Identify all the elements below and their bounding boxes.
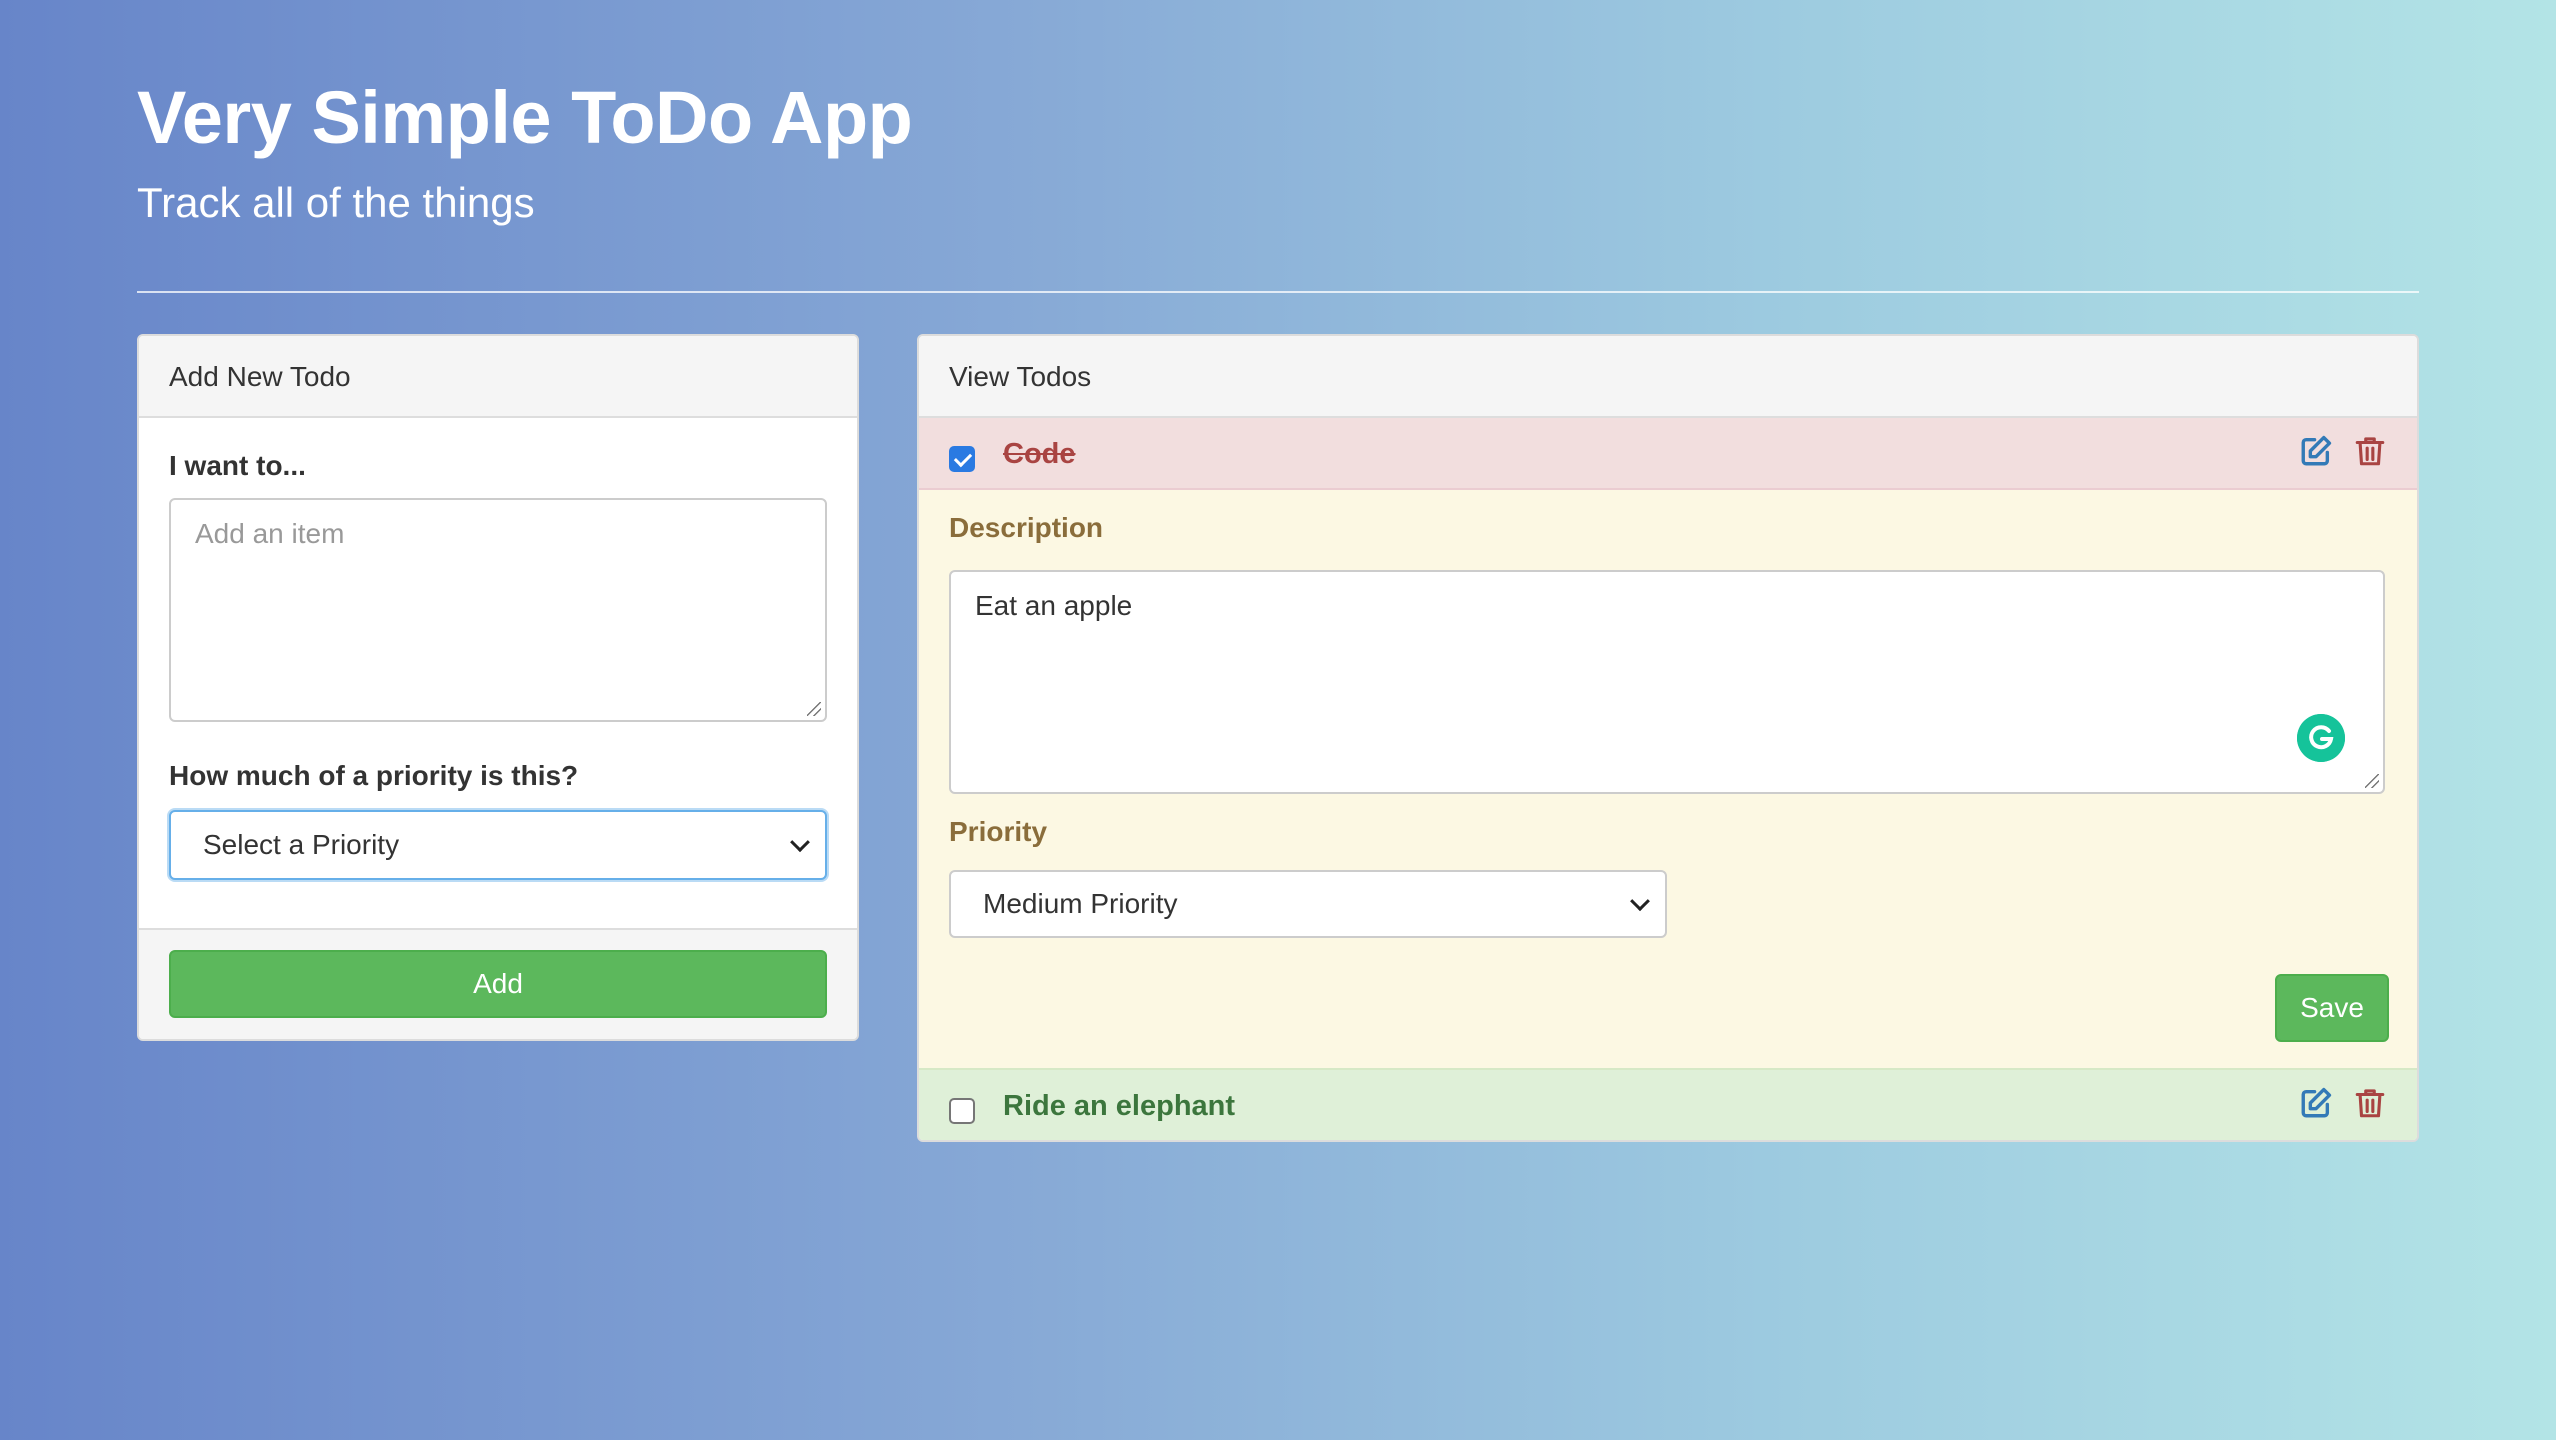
page: Very Simple ToDo App Track all of the th… — [137, 0, 2419, 1142]
app-title: Very Simple ToDo App — [137, 76, 913, 159]
todo-edit-form: Description Eat an apple Priority Medium… — [919, 490, 2417, 1068]
resize-handle-icon[interactable] — [807, 702, 821, 716]
description-label: Description — [949, 512, 1104, 543]
new-item-placeholder: Add an item — [195, 518, 345, 549]
description-textarea[interactable]: Eat an apple — [949, 570, 2385, 794]
add-todo-panel: Add New Todo I want to... Add an item Ho… — [137, 334, 859, 1041]
todo-row-open: Ride an elephant — [919, 1068, 2417, 1140]
todo-title: Code — [1003, 438, 1076, 470]
todo-title: Ride an elephant — [1003, 1090, 1236, 1122]
header-divider — [137, 291, 2419, 293]
add-todo-body: I want to... Add an item How much of a p… — [139, 418, 857, 928]
resize-handle-icon[interactable] — [2365, 774, 2379, 788]
item-label: I want to... — [169, 450, 306, 481]
priority-selected: Medium Priority — [983, 888, 1178, 919]
priority-question-label: How much of a priority is this? — [169, 760, 579, 791]
priority-select[interactable]: Medium Priority — [949, 870, 1667, 938]
todo-complete-checkbox[interactable] — [949, 446, 975, 472]
chevron-down-icon — [790, 832, 810, 853]
view-todos-panel: View Todos Code Description Eat an apple… — [917, 334, 2419, 1142]
trash-icon[interactable] — [2353, 1086, 2387, 1120]
edit-icon[interactable] — [2299, 434, 2333, 468]
todo-row-completed: Code — [919, 418, 2417, 490]
new-priority-select[interactable]: Select a Priority — [169, 810, 827, 880]
todo-complete-checkbox[interactable] — [949, 1098, 975, 1124]
chevron-down-icon — [1630, 891, 1650, 912]
add-button[interactable]: Add — [169, 950, 827, 1018]
view-todos-heading: View Todos — [919, 336, 2417, 418]
priority-label: Priority — [949, 816, 1048, 847]
trash-icon[interactable] — [2353, 434, 2387, 468]
add-todo-heading: Add New Todo — [139, 336, 857, 418]
grammarly-icon[interactable] — [2297, 714, 2345, 762]
new-priority-selected: Select a Priority — [203, 829, 400, 860]
app-subtitle: Track all of the things — [137, 179, 535, 226]
edit-icon[interactable] — [2299, 1086, 2333, 1120]
add-todo-footer: Add — [139, 928, 857, 1039]
description-text: Eat an apple — [975, 590, 1133, 621]
new-item-textarea[interactable]: Add an item — [169, 498, 827, 722]
save-button[interactable]: Save — [2275, 974, 2389, 1042]
